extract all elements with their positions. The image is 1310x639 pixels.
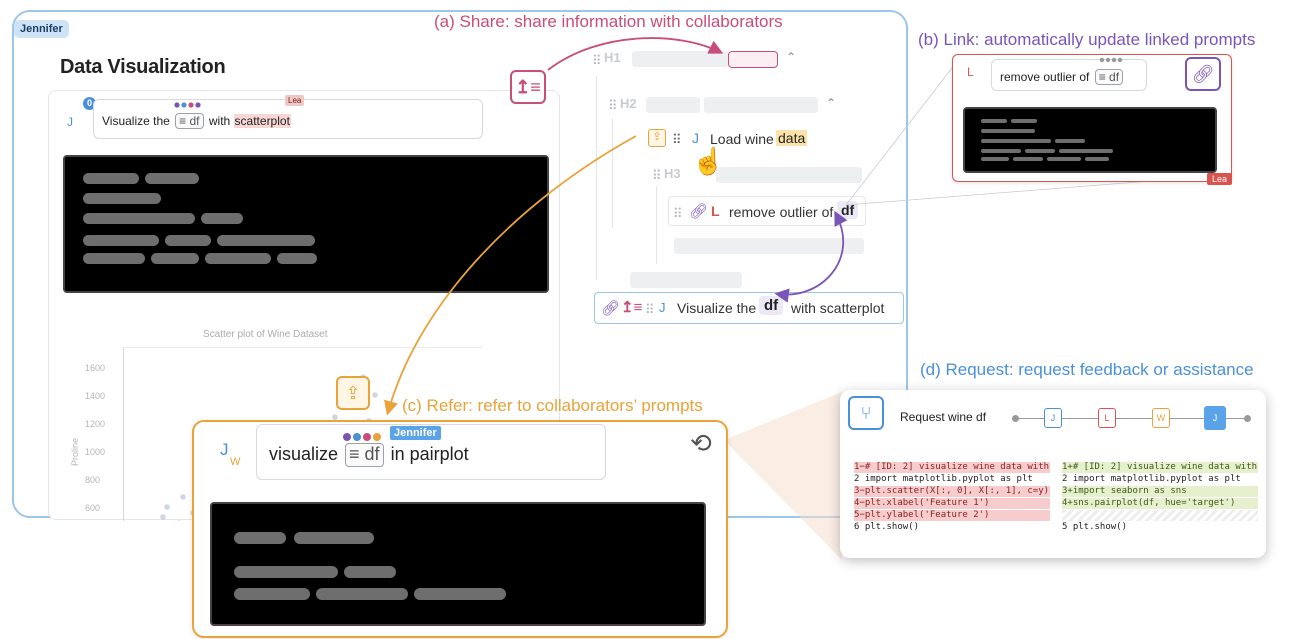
output-line <box>981 157 1009 161</box>
step-lea[interactable]: L <box>1098 408 1116 428</box>
step-w[interactable]: W <box>1152 408 1170 428</box>
step-jennifer-active[interactable]: J <box>1204 406 1226 430</box>
diff-line: 3+import seaborn as sns <box>1062 486 1258 497</box>
lea-tag: Lea <box>1207 173 1233 185</box>
request-icon-box[interactable]: ⑂ <box>848 396 884 430</box>
link-panel-text: remove outlier of <box>1000 70 1090 84</box>
link-projection <box>845 67 953 206</box>
output-line <box>234 566 338 578</box>
output-line <box>1055 139 1085 143</box>
diff-line <box>1062 510 1258 521</box>
timeline-dot <box>1244 415 1251 422</box>
diff-line: 4−plt.xlabel('Feature 1') <box>854 498 1050 509</box>
output-line <box>1013 157 1043 161</box>
refer-text-start: visualize <box>269 444 339 464</box>
output-line <box>1059 149 1113 153</box>
refer-avatar-top: J <box>220 440 229 459</box>
output-line <box>1025 149 1055 153</box>
request-title: Request wine df <box>900 410 987 424</box>
diff-right-pane: 1+# [ID: 2] visualize wine data with 2 im… <box>1062 462 1258 542</box>
diff-line: 1+# [ID: 2] visualize wine data with <box>1062 462 1258 473</box>
caption-request: (d) Request: request feedback or assista… <box>920 360 1254 379</box>
caption-link: (b) Link: automatically update linked pr… <box>918 30 1256 49</box>
output-line <box>981 119 1007 123</box>
refer-icon-box[interactable]: ⇪ <box>336 376 370 410</box>
refer-arrow <box>384 135 637 416</box>
diff-line: 5−plt.ylabel('Feature 2') <box>854 510 1050 521</box>
link-panel-output <box>963 107 1217 173</box>
output-line <box>234 588 310 600</box>
link-panel-avatar: L <box>967 65 974 79</box>
output-line <box>316 588 408 600</box>
caption-share: (a) Share: share information with collab… <box>434 12 783 31</box>
share-icon-box[interactable]: ↥≡ <box>510 70 546 104</box>
diff-line: 5 plt.show() <box>1062 522 1128 532</box>
timeline-dot <box>1012 415 1019 422</box>
collaborator-dots-icon <box>1099 57 1123 63</box>
diff-left-pane: 1−# [ID: 2] visualize wine data with sc 2… <box>854 462 1050 542</box>
diff-line: 2 import matplotlib.pyplot as plt <box>854 474 1033 484</box>
jennifer-tag: Jennifer <box>390 426 441 440</box>
link-panel: L remove outlier of ≡ df 🔗︎ Lea <box>952 54 1233 185</box>
link-panel-input[interactable]: remove outlier of ≡ df <box>991 59 1147 91</box>
history-icon[interactable]: ⟲ <box>690 428 712 459</box>
request-projection <box>724 392 842 560</box>
output-line <box>981 129 1035 133</box>
diff-line: 4+sns.pairplot(df, hue='target') <box>1062 498 1258 509</box>
output-line <box>234 532 286 544</box>
output-line <box>1085 157 1109 161</box>
output-line <box>981 139 1051 143</box>
output-line <box>1011 119 1037 123</box>
output-line <box>344 566 396 578</box>
diff-line: 3−plt.scatter(X[:, 0], X[:, 1], c=y) <box>854 486 1050 497</box>
refer-card: J W visualize ≡ df in pairplot Jennifer … <box>192 420 728 638</box>
refer-avatar-bottom: W <box>230 456 241 468</box>
link-icon-box[interactable]: 🔗︎ <box>1185 57 1221 91</box>
refer-code-output <box>210 502 706 626</box>
share-arrow <box>547 37 724 71</box>
output-line <box>414 588 506 600</box>
output-line <box>981 149 1021 153</box>
link-arrow <box>774 210 848 303</box>
df-chip[interactable]: ≡ df <box>345 443 384 467</box>
step-jennifer[interactable]: J <box>1044 408 1062 428</box>
refer-text-end: in pairplot <box>390 444 469 464</box>
df-chip[interactable]: ≡ df <box>1094 69 1124 86</box>
diff-line: 2 import matplotlib.pyplot as plt <box>1062 474 1241 484</box>
caption-refer: (c) Refer: refer to collaborators’ promp… <box>402 396 703 415</box>
diff-line: 1−# [ID: 2] visualize wine data with sc <box>854 462 1050 473</box>
collaborator-dots-icon <box>343 433 381 441</box>
diff-line: 6 plt.show() <box>854 522 920 532</box>
output-line <box>1047 157 1081 161</box>
output-line <box>294 532 374 544</box>
request-panel: ⑂ Request wine df J L W J 1−# [ID: 2] vi… <box>840 390 1266 558</box>
